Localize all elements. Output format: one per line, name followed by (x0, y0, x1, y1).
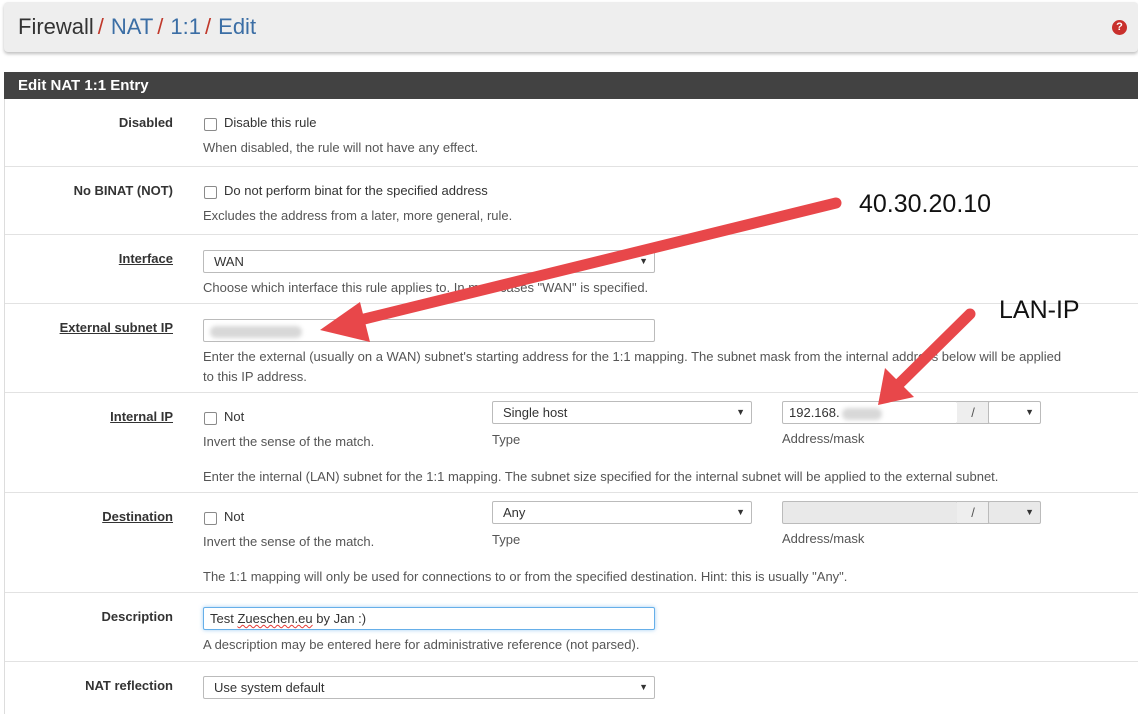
description-label: Description (101, 609, 173, 624)
redacted-address (841, 407, 882, 420)
destination-invert-help: Invert the sense of the match. (203, 534, 375, 549)
breadcrumb-separator: / (97, 14, 104, 39)
external-ip-label[interactable]: External subnet IP (60, 320, 173, 335)
disabled-label: Disabled (118, 115, 173, 130)
row-description: Description Test Zueschen.eu by Jan :) A… (5, 593, 1138, 662)
row-internal-ip: Internal IP Not Invert the sense of the … (5, 393, 1138, 493)
nobinat-label: No BINAT (NOT) (73, 183, 173, 198)
description-value-spell: Zueschen.eu (237, 611, 313, 626)
internal-mask-select[interactable]: ▼ (988, 401, 1041, 424)
breadcrumb-separator: / (157, 14, 164, 39)
description-help: A description may be entered here for ad… (203, 637, 640, 652)
interface-select[interactable]: WAN ▼ (203, 250, 655, 273)
destination-mask-select[interactable]: ▼ (988, 501, 1041, 524)
destination-label[interactable]: Destination (102, 509, 173, 524)
row-destination: Destination Not Invert the sense of the … (5, 493, 1138, 593)
destination-type-select[interactable]: Any ▼ (492, 501, 752, 524)
destination-not-checkbox[interactable] (204, 512, 217, 525)
destination-not-label[interactable]: Not (224, 509, 244, 524)
internal-invert-help: Invert the sense of the match. (203, 434, 375, 449)
internal-address-prefix: 192.168. (789, 405, 840, 420)
chevron-down-icon: ▼ (639, 682, 648, 692)
breadcrumb-separator: / (205, 14, 212, 39)
breadcrumb: Firewall / NAT/1:1/Edit (18, 14, 256, 40)
destination-address-input[interactable] (782, 501, 958, 524)
breadcrumb-firewall: Firewall (18, 14, 94, 39)
breadcrumb-nat-link[interactable]: NAT (111, 14, 153, 39)
description-input[interactable]: Test Zueschen.eu by Jan :) (203, 607, 655, 630)
redacted-ip (210, 325, 302, 338)
internal-type-select[interactable]: Single host ▼ (492, 401, 752, 424)
help-icon[interactable]: ? (1112, 20, 1127, 35)
chevron-down-icon: ▼ (736, 507, 745, 517)
disabled-help: When disabled, the rule will not have an… (203, 140, 479, 155)
internal-type-value: Single host (503, 405, 568, 420)
description-value-suffix: by Jan :) (312, 611, 367, 626)
row-nat-reflection: NAT reflection Use system default ▼ (5, 662, 1138, 714)
internal-type-label: Type (492, 432, 521, 447)
panel-title: Edit NAT 1:1 Entry (4, 72, 1138, 99)
description-value-prefix: Test (210, 611, 238, 626)
disabled-checkbox-label[interactable]: Disable this rule (224, 115, 317, 130)
row-external-ip: External subnet IP Enter the external (u… (5, 304, 1138, 393)
annotation-external-ip: 40.30.20.10 (859, 190, 992, 218)
chevron-down-icon: ▼ (1025, 407, 1034, 417)
chevron-down-icon: ▼ (1025, 507, 1034, 517)
destination-slash: / (957, 501, 989, 524)
nat-reflection-label: NAT reflection (85, 678, 173, 693)
nobinat-help: Excludes the address from a later, more … (203, 208, 513, 223)
internal-slash: / (957, 401, 989, 424)
internal-ip-help: Enter the internal (LAN) subnet for the … (203, 469, 999, 484)
internal-ip-label[interactable]: Internal IP (110, 409, 173, 424)
internal-not-label[interactable]: Not (224, 409, 244, 424)
breadcrumb-edit-link[interactable]: Edit (218, 14, 256, 39)
chevron-down-icon: ▼ (639, 256, 648, 266)
interface-help: Choose which interface this rule applies… (203, 280, 649, 295)
destination-type-label: Type (492, 532, 521, 547)
destination-type-value: Any (503, 505, 526, 520)
external-ip-help-line1: Enter the external (usually on a WAN) su… (203, 349, 1062, 364)
nat-reflection-select[interactable]: Use system default ▼ (203, 676, 655, 699)
external-ip-input[interactable] (203, 319, 655, 342)
breadcrumb-bar: Firewall / NAT/1:1/Edit ? (4, 2, 1138, 52)
annotation-lan-ip: LAN-IP (999, 296, 1080, 324)
destination-help: The 1:1 mapping will only be used for co… (203, 569, 848, 584)
internal-address-input[interactable]: 192.168. (782, 401, 958, 424)
nat-reflection-value: Use system default (214, 680, 325, 695)
destination-address-label: Address/mask (782, 531, 865, 546)
external-ip-help-line2: to this IP address. (203, 369, 307, 384)
nobinat-checkbox[interactable] (204, 186, 217, 199)
interface-label[interactable]: Interface (119, 251, 173, 266)
breadcrumb-1to1-link[interactable]: 1:1 (170, 14, 201, 39)
row-disabled: Disabled Disable this rule When disabled… (5, 99, 1138, 167)
chevron-down-icon: ▼ (736, 407, 745, 417)
internal-not-checkbox[interactable] (204, 412, 217, 425)
nobinat-checkbox-label[interactable]: Do not perform binat for the specified a… (224, 183, 488, 198)
row-interface: Interface WAN ▼ Choose which interface t… (5, 235, 1138, 304)
interface-select-value: WAN (214, 254, 244, 269)
internal-address-label: Address/mask (782, 431, 865, 446)
disabled-checkbox[interactable] (204, 118, 217, 131)
